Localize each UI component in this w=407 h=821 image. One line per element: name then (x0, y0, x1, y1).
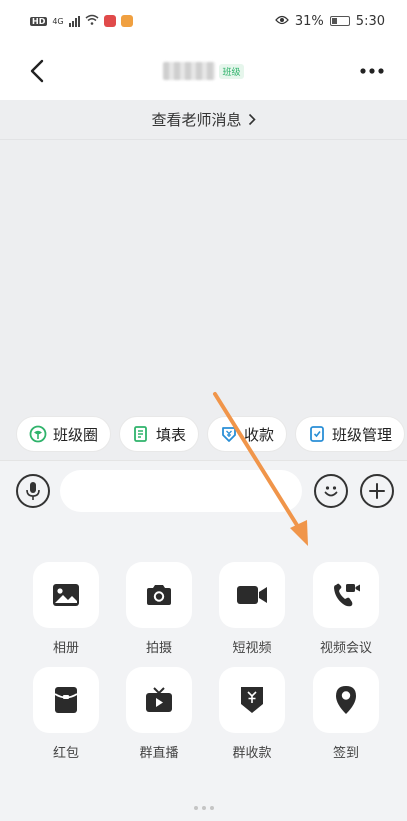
camera-tile[interactable] (126, 562, 192, 628)
sign-in-tile[interactable] (313, 667, 379, 733)
panel-item-sign-in[interactable]: 签到 (306, 667, 386, 761)
teacher-link-label: 查看老师消息 (151, 111, 242, 129)
album-icon (53, 584, 79, 606)
location-pin-icon (336, 686, 356, 714)
clock: 5:30 (355, 13, 385, 29)
panel-item-album[interactable]: 相册 (26, 562, 106, 656)
video-icon (237, 586, 267, 604)
chat-title: 班级 (163, 62, 244, 80)
quick-action-label: 班级圈 (53, 425, 99, 444)
panel-item-short-video[interactable]: 短视频 (212, 562, 292, 656)
quick-action-label: 班级管理 (332, 425, 393, 444)
voice-input-button[interactable] (16, 474, 50, 508)
panel-item-label: 红包 (52, 746, 79, 761)
quick-action-class-manage[interactable]: 班级管理 (295, 416, 406, 452)
microphone-icon (26, 482, 40, 500)
chat-header: 班级 (0, 42, 407, 100)
chevron-left-icon (30, 59, 44, 83)
back-button[interactable] (22, 54, 52, 88)
panel-item-label: 相册 (52, 641, 79, 656)
emoji-icon (324, 486, 338, 497)
battery-icon (329, 16, 350, 26)
camera-icon (147, 585, 171, 605)
group-live-tile[interactable] (126, 667, 192, 733)
blurred-group-name (163, 62, 216, 80)
more-button[interactable] (357, 54, 387, 88)
video-meeting-tile[interactable] (313, 562, 379, 628)
signal-icon (68, 15, 80, 27)
more-functions-button[interactable] (360, 474, 394, 508)
chat-message-area[interactable]: 查看老师消息 班级圈 填表 收款 班级管理 (0, 100, 407, 460)
app-notification-icon (120, 15, 133, 27)
battery-percent: 31% (294, 13, 324, 29)
status-bar: HD 4G 31% 5:30 (0, 0, 407, 42)
class-tag: 班级 (219, 63, 244, 79)
panel-item-group-collect[interactable]: 群收款 (212, 667, 292, 761)
eye-comfort-icon (275, 14, 289, 29)
view-teacher-messages-link[interactable]: 查看老师消息 (0, 100, 407, 140)
album-tile[interactable] (33, 562, 99, 628)
group-collect-icon (241, 687, 263, 713)
quick-action-form[interactable]: 填表 (119, 416, 200, 452)
panel-item-label: 群直播 (139, 746, 179, 761)
plus-icon (369, 483, 385, 499)
short-video-tile[interactable] (219, 562, 285, 628)
quick-action-label: 填表 (156, 425, 187, 444)
message-text-input[interactable] (60, 470, 302, 512)
quick-action-payment[interactable]: 收款 (207, 416, 288, 452)
panel-item-video-meeting[interactable]: 视频会议 (306, 562, 386, 656)
ellipsis-icon (360, 68, 384, 74)
payment-icon (220, 425, 238, 443)
status-left: HD 4G (30, 14, 133, 29)
group-collect-tile[interactable] (219, 667, 285, 733)
live-tv-icon (146, 687, 172, 712)
page-indicator (0, 806, 407, 810)
panel-item-label: 视频会议 (319, 641, 372, 656)
quick-action-label: 收款 (244, 425, 275, 444)
quick-action-class-circle[interactable]: 班级圈 (16, 416, 112, 452)
form-icon (132, 425, 150, 443)
class-manage-icon (308, 425, 326, 443)
panel-item-red-packet[interactable]: 红包 (26, 667, 106, 761)
panel-item-label: 短视频 (232, 641, 272, 656)
panel-item-camera[interactable]: 拍摄 (119, 562, 199, 656)
emoji-button[interactable] (314, 474, 348, 508)
network-label: 4G (52, 16, 64, 26)
status-right: 31% 5:30 (275, 14, 385, 29)
red-packet-tile[interactable] (33, 667, 99, 733)
message-input-bar (0, 460, 407, 520)
panel-item-label: 群收款 (232, 746, 272, 761)
app-notification-icon (103, 15, 116, 27)
panel-item-label: 签到 (332, 746, 359, 761)
class-circle-icon (29, 425, 47, 443)
video-call-icon (334, 583, 360, 607)
wifi-icon (85, 14, 99, 29)
panel-item-group-live[interactable]: 群直播 (119, 667, 199, 761)
panel-item-label: 拍摄 (145, 641, 172, 656)
red-packet-icon (54, 687, 78, 713)
quick-actions-row: 班级圈 填表 收款 班级管理 (16, 416, 406, 452)
chevron-right-icon (248, 113, 256, 126)
hd-badge: HD (30, 16, 48, 26)
extension-panel: 相册 拍摄 短视频 视频会议 红包 群直播 群收款 签到 (0, 520, 407, 821)
